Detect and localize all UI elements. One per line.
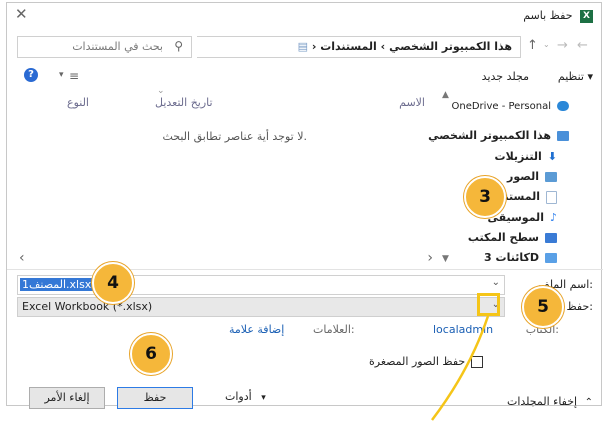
- callout-6: 6: [130, 333, 172, 375]
- callout-5: 5: [522, 286, 564, 328]
- callout-3: 3: [464, 176, 506, 218]
- pointer-line: [431, 315, 490, 421]
- callout-4: 4: [92, 262, 134, 304]
